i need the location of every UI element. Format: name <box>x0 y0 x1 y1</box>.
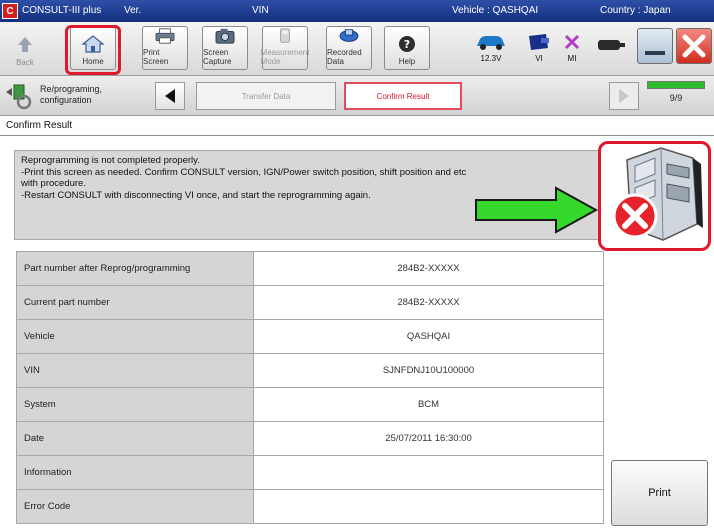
row-value <box>253 489 604 524</box>
car-icon <box>477 36 505 50</box>
table-row: System BCM <box>16 387 604 422</box>
step-label: Re/programing, configuration <box>40 84 103 105</box>
progress-bar <box>647 81 705 89</box>
country-label: Country : Japan <box>600 5 671 16</box>
screen-capture-label: Screen Capture <box>203 48 232 66</box>
help-button[interactable]: ? Help <box>384 26 430 70</box>
triangle-right-icon <box>619 89 629 103</box>
vi-status: VI <box>526 32 552 63</box>
app-logo: C <box>2 3 18 19</box>
error-graphic <box>598 141 711 251</box>
table-row: Part number after Reprog/programming 284… <box>16 251 604 286</box>
screen-capture-button[interactable]: Screen Capture <box>202 26 248 70</box>
message-line: -Print this screen as needed. Confirm CO… <box>21 166 467 178</box>
row-value <box>253 455 604 490</box>
step-next-button[interactable] <box>609 82 639 110</box>
green-arrow-icon <box>475 186 598 234</box>
mi-cross-icon <box>564 34 580 50</box>
table-row: Date 25/07/2011 16:30:00 <box>16 421 604 456</box>
row-value: SJNFDNJ10U100000 <box>253 353 604 388</box>
progress-indicator: 9/9 <box>645 81 707 103</box>
row-value: 284B2-XXXXX <box>253 285 604 320</box>
step-bar: Re/programing, configuration Transfer Da… <box>0 76 714 116</box>
camera-icon <box>215 28 235 44</box>
version-label: Ver. <box>124 5 142 16</box>
connector-status <box>596 38 626 54</box>
progress-text: 9/9 <box>669 93 683 103</box>
measurement-icon <box>280 28 290 43</box>
recorded-data-button[interactable]: Recorded Data <box>326 26 372 70</box>
row-label: VIN <box>16 353 254 388</box>
help-icon: ? <box>399 36 415 52</box>
print-button[interactable]: Print <box>611 460 708 526</box>
triangle-left-icon <box>165 89 175 103</box>
battery-voltage: 12.3V <box>480 54 502 63</box>
table-row: Error Code <box>16 489 604 524</box>
mi-label: MI <box>567 54 577 63</box>
recorded-data-label: Recorded Data <box>327 48 362 66</box>
error-x-icon <box>612 193 658 239</box>
svg-text:?: ? <box>404 38 410 51</box>
step-transfer-data: Transfer Data <box>196 82 336 110</box>
screen-title: Confirm Result <box>6 120 73 131</box>
vi-icon <box>529 34 549 50</box>
row-label: Information <box>16 455 254 490</box>
vin-label: VIN <box>252 5 269 16</box>
row-value: QASHQAI <box>253 319 604 354</box>
print-screen-label: Print Screen <box>143 48 169 66</box>
row-label: Vehicle <box>16 319 254 354</box>
home-highlight-frame <box>65 25 121 75</box>
table-row: Vehicle QASHQAI <box>16 319 604 354</box>
table-row: Current part number 284B2-XXXXX <box>16 285 604 320</box>
table-row: VIN SJNFDNJ10U100000 <box>16 353 604 388</box>
table-row: Information <box>16 455 604 490</box>
row-label: System <box>16 387 254 422</box>
row-label: Date <box>16 421 254 456</box>
close-button[interactable] <box>676 28 712 64</box>
back-label: Back <box>16 58 34 67</box>
vehicle-label: Vehicle : QASHQAI <box>452 5 539 16</box>
results-table: Part number after Reprog/programming 284… <box>16 251 604 524</box>
message-line: Reprogramming is not completed properly. <box>21 155 200 166</box>
step-confirm-result: Confirm Result <box>344 82 462 110</box>
vi-label: VI <box>535 54 543 63</box>
minimize-button[interactable] <box>637 28 673 64</box>
battery-status: 12.3V <box>474 32 508 63</box>
connector-icon <box>598 40 625 50</box>
measurement-mode-button[interactable]: Measurement Mode <box>260 26 310 70</box>
row-label: Error Code <box>16 489 254 524</box>
close-icon <box>682 34 706 58</box>
reprogramming-icon <box>6 84 32 110</box>
title-divider <box>0 135 714 136</box>
print-screen-button[interactable]: Print Screen <box>142 26 188 70</box>
help-label: Help <box>398 57 416 66</box>
title-bar: C CONSULT-III plus Ver. VIN Vehicle : QA… <box>0 0 714 22</box>
recorded-data-icon <box>339 29 359 42</box>
row-value: 284B2-XXXXX <box>253 251 604 286</box>
printer-icon <box>155 28 175 44</box>
app-name: CONSULT-III plus <box>22 5 102 16</box>
row-label: Part number after Reprog/programming <box>16 251 254 286</box>
progress-fill <box>648 82 704 88</box>
step-back-button[interactable] <box>155 82 185 110</box>
back-arrow-icon <box>18 37 32 52</box>
row-label: Current part number <box>16 285 254 320</box>
row-value: 25/07/2011 16:30:00 <box>253 421 604 456</box>
mi-status: MI <box>562 32 582 63</box>
back-button[interactable]: Back <box>2 26 48 70</box>
row-value: BCM <box>253 387 604 422</box>
measurement-mode-label: Measurement Mode <box>260 48 310 66</box>
